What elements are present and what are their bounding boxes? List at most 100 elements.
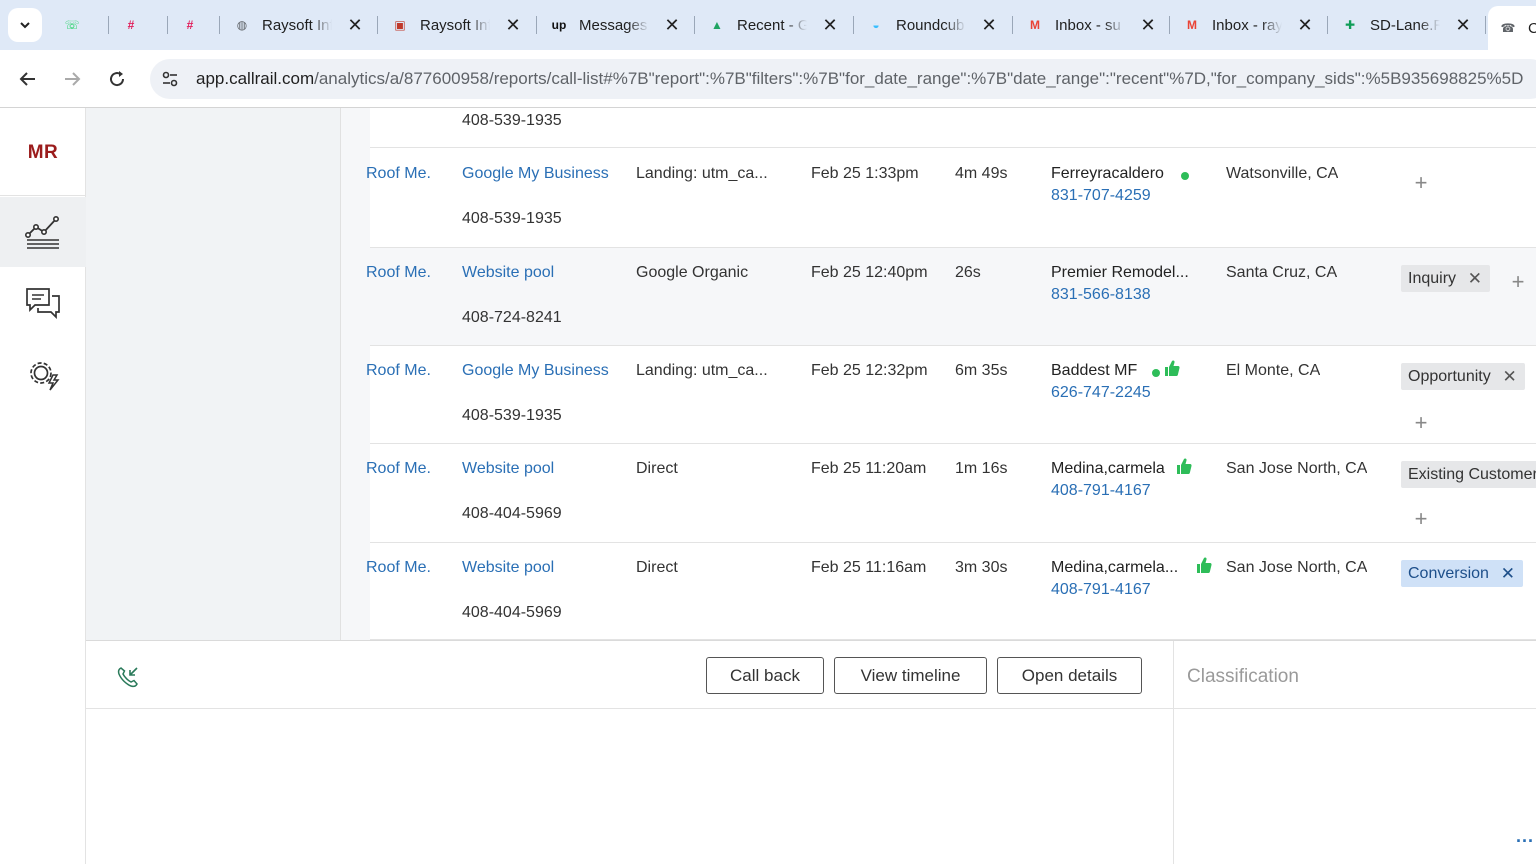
add-tag-button[interactable]: + [1411, 508, 1431, 530]
gmail-icon: M [1187, 18, 1197, 32]
remove-tag-icon[interactable]: ✕ [1502, 363, 1516, 390]
tab-close-icon[interactable]: ✕ [504, 16, 522, 34]
incoming-call-icon [117, 667, 138, 688]
add-tag-button[interactable]: + [1411, 172, 1431, 194]
caller-location: Watsonville, CA [1226, 165, 1339, 182]
address-bar[interactable]: app.callrail.com/analytics/a/877600958/r… [150, 59, 1536, 99]
view-timeline-button[interactable]: View timeline [834, 657, 987, 694]
classification-title: Classification [1187, 666, 1299, 687]
tab-close-icon[interactable]: ✕ [1454, 16, 1472, 34]
tab-close-icon[interactable]: ✕ [821, 16, 839, 34]
browser-tab[interactable]: # [111, 8, 161, 42]
nav-analytics[interactable] [0, 197, 86, 267]
browser-tab[interactable]: up Messages ✕ [539, 8, 689, 42]
account-name-link[interactable]: Roof Me... [366, 362, 430, 380]
account-name-link[interactable]: Roof Me... [366, 165, 430, 183]
tag-label: Opportunity [1408, 368, 1491, 385]
source-link[interactable]: Website pool [462, 559, 554, 577]
gear-lightning-icon [30, 362, 60, 391]
call-row[interactable]: Roof Me... Website pool 408-404-5969 Direct… [366, 543, 1536, 640]
account-name-link[interactable]: Roof Me... [366, 264, 430, 282]
call-back-button[interactable]: Call back [706, 657, 824, 694]
browser-tab[interactable]: M Inbox - ray ✕ [1172, 8, 1322, 42]
url-host: app.callrail.com [196, 69, 315, 88]
tab-close-icon[interactable]: ✕ [1139, 16, 1157, 34]
add-tag-button[interactable]: + [1411, 412, 1431, 434]
call-row[interactable]: Roof Me... Website pool 408-724-8241 Google… [366, 248, 1536, 346]
call-action-bar: Call back View timeline Open details [86, 641, 1173, 709]
landing-source: Landing: utm_ca... [636, 362, 768, 379]
tab-title: C [1528, 19, 1536, 37]
google-sheets-icon: ✚ [1344, 18, 1356, 32]
source-link[interactable]: Website pool [462, 460, 554, 478]
tab-separator [1012, 16, 1013, 34]
user-avatar[interactable]: MR [0, 142, 86, 164]
tab-close-icon[interactable]: ✕ [980, 16, 998, 34]
call-row[interactable]: Roof Me... Google My Business 408-539-1935… [366, 149, 1536, 248]
browser-tab[interactable]: ◒ Roundcub ✕ [856, 8, 1006, 42]
browser-tab[interactable]: ✚ SD-Lane.R ✕ [1330, 8, 1480, 42]
landing-source: Google Organic [636, 264, 749, 281]
source-link[interactable]: Google My Business [462, 165, 609, 183]
open-details-button[interactable]: Open details [997, 657, 1142, 694]
caller-phone-link[interactable]: 831-566-8138 [1051, 286, 1151, 304]
tracking-number: 408-404-5969 [462, 505, 562, 522]
browser-toolbar: app.callrail.com/analytics/a/877600958/r… [0, 50, 1536, 108]
chat-bubbles-icon [26, 288, 60, 319]
call-row[interactable]: Roof Me... Google My Business 408-539-1935… [366, 346, 1536, 444]
analytics-chart-icon [25, 215, 59, 249]
classification-header: Classification [1174, 641, 1536, 709]
tab-close-icon[interactable]: ✕ [663, 16, 681, 34]
back-button[interactable] [13, 64, 43, 94]
nav-settings[interactable] [0, 339, 86, 409]
tab-title: Recent - G [737, 16, 807, 34]
browser-tab[interactable]: ☎ C [1488, 6, 1536, 50]
forward-button[interactable] [57, 64, 87, 94]
online-status-dot [1181, 172, 1189, 180]
raysoft-icon: ▣ [394, 18, 406, 32]
remove-tag-icon[interactable]: ✕ [1501, 560, 1515, 587]
browser-tab[interactable]: # [170, 8, 220, 42]
browser-tab[interactable]: ☏ [52, 8, 102, 42]
caller-phone-link[interactable]: 408-791-4167 [1051, 581, 1151, 599]
tag-badge: Inquiry ✕ [1401, 265, 1491, 292]
classification-panel: Classification ... [1173, 641, 1536, 864]
nav-conversations[interactable] [0, 268, 86, 338]
tracking-number: 408-539-1935 [462, 210, 562, 227]
add-tag-button[interactable]: + [1508, 271, 1528, 293]
source-link[interactable]: Google My Business [462, 362, 609, 380]
landing-source: Direct [636, 559, 678, 576]
tab-title: Raysoft Inf [262, 16, 332, 34]
account-name-link[interactable]: Roof Me... [366, 559, 430, 577]
caller-phone-link[interactable]: 408-791-4167 [1051, 482, 1151, 500]
tab-separator [108, 16, 109, 34]
tab-close-icon[interactable]: ✕ [1296, 16, 1314, 34]
browser-tab-strip: ☏ # # ◍ Raysoft Inf ✕ ▣ Raysoft Inf ✕ up Messages ✕… [0, 0, 1536, 50]
browser-tab[interactable]: ▣ Raysoft Inf ✕ [380, 8, 530, 42]
source-link[interactable]: Website pool [462, 264, 554, 282]
remove-tag-icon[interactable]: ✕ [1468, 265, 1482, 292]
tab-title: SD-Lane.R [1370, 16, 1440, 34]
callrail-icon: ☎ [1500, 21, 1516, 35]
tab-title: Raysoft Inf [420, 16, 490, 34]
browser-tab[interactable]: M Inbox - su ✕ [1015, 8, 1165, 42]
tab-close-icon[interactable]: ✕ [346, 16, 364, 34]
caller-name: Baddest MF [1051, 362, 1138, 379]
tracking-number: 408-539-1935 [462, 407, 562, 424]
tag-badge: Conversion ✕ [1401, 560, 1523, 587]
tab-separator [1169, 16, 1170, 34]
more-options-button[interactable]: ... [1516, 826, 1534, 847]
call-row[interactable]: Roof Me... Website pool 408-404-5969 Direct… [366, 444, 1536, 543]
caller-phone-link[interactable]: 626-747-2245 [1051, 384, 1151, 402]
browser-tab[interactable]: ◍ Raysoft Inf ✕ [222, 8, 372, 42]
tab-separator [219, 16, 220, 34]
whatsapp-icon: ☏ [64, 18, 80, 32]
rail-divider [0, 195, 86, 196]
tab-search-button[interactable] [8, 8, 42, 42]
reload-button[interactable] [102, 64, 132, 94]
caller-phone-link[interactable]: 831-707-4259 [1051, 187, 1151, 205]
browser-tab[interactable]: ▲ Recent - G ✕ [697, 8, 847, 42]
account-name-link[interactable]: Roof Me... [366, 460, 430, 478]
site-info-icon[interactable] [160, 69, 180, 89]
online-status-dot [1152, 369, 1160, 377]
